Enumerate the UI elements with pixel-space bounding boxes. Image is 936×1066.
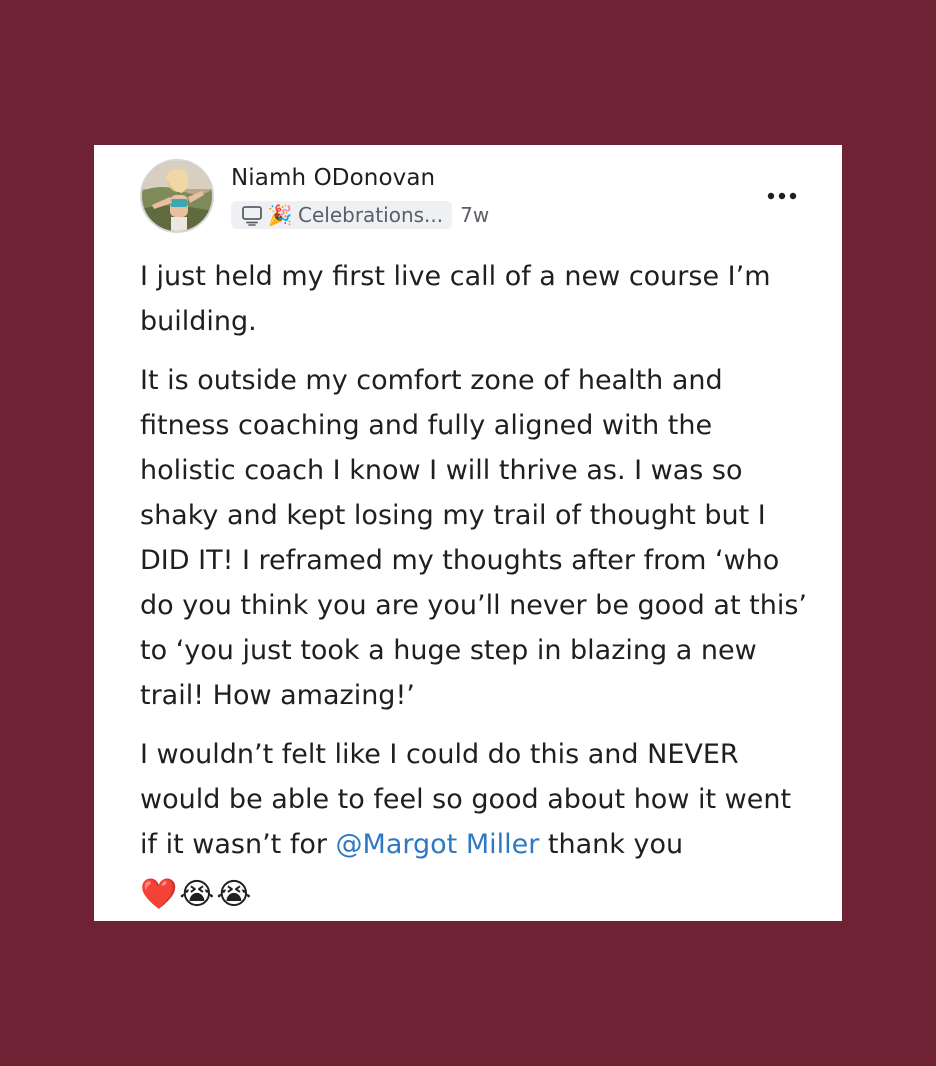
avatar-photo [142, 161, 212, 231]
closing-text-end: thank you [539, 829, 684, 860]
group-label: Celebrations... [298, 203, 444, 227]
post-paragraph-closing: I wouldn’t felt like I could do this and… [140, 732, 812, 867]
post-timestamp: 7w [460, 203, 490, 227]
group-tag[interactable]: 🎉 Celebrations... [231, 201, 453, 229]
party-popper-icon: 🎉 [267, 203, 293, 227]
red-heart-icon: ❤️ [140, 877, 178, 912]
emoji-row: ❤️ 😭 😭 [140, 875, 812, 915]
author-name[interactable]: Niamh ODonovan [231, 165, 435, 191]
more-dots-icon [767, 192, 797, 200]
crying-face-icon: 😭 [179, 877, 215, 912]
user-mention-link[interactable]: @Margot Miller [336, 829, 540, 860]
more-options-button[interactable] [762, 183, 802, 209]
author-avatar[interactable] [140, 159, 214, 233]
post-card: Niamh ODonovan 🎉 Celebrations... 7w I ju… [94, 145, 842, 921]
post-body: I just held my first live call of a new … [140, 254, 812, 915]
post-meta: 🎉 Celebrations... 7w [231, 200, 489, 230]
computer-icon [239, 202, 265, 228]
crying-face-icon: 😭 [216, 877, 252, 912]
post-paragraph: I just held my first live call of a new … [140, 261, 771, 337]
post-paragraph: It is outside my comfort zone of health … [140, 365, 807, 711]
